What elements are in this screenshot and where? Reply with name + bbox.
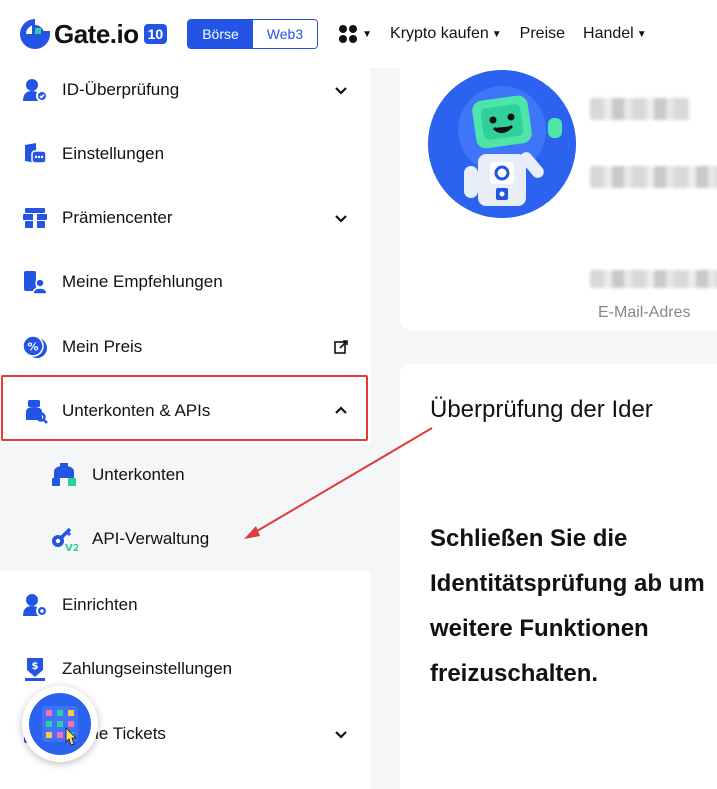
gate-logo[interactable]: Gate.io 10 <box>20 18 168 50</box>
gate-logo-icon <box>20 19 50 49</box>
chevron-up-icon <box>335 406 347 414</box>
sidebar-item-referrals[interactable]: Meine Empfehlungen <box>0 250 370 314</box>
sidebar-item-label: ID-Überprüfung <box>62 80 180 99</box>
email-label: E-Mail-Adres <box>598 304 691 321</box>
sidebar-item-my-price[interactable]: % Mein Preis <box>0 315 370 379</box>
api-key-v2-icon: V2 <box>50 526 78 552</box>
caret-down-icon: ▼ <box>636 28 647 40</box>
sidebar-item-label: Prämiencenter <box>62 208 173 227</box>
svg-text:$: $ <box>32 661 39 672</box>
sidebar-item-label: Mein Preis <box>62 337 143 356</box>
profile-card: E-Mail-Adres <box>400 68 717 330</box>
apps-grid-icon <box>339 25 358 43</box>
payment-icon: $ <box>22 656 48 682</box>
nav-krypto-kaufen[interactable]: Krypto kaufen ▼ <box>390 25 502 43</box>
subaccount-api-icon <box>22 398 48 424</box>
setup-icon <box>22 592 48 618</box>
referral-icon <box>22 269 48 295</box>
redacted-user-id <box>590 166 717 188</box>
nav-label: Handel <box>583 25 634 42</box>
rewards-icon <box>22 205 48 231</box>
sidebar-item-settings[interactable]: Einstellungen <box>0 122 370 186</box>
redacted-email <box>590 270 717 288</box>
external-link-icon <box>334 340 348 354</box>
nav-preise[interactable]: Preise <box>520 25 565 43</box>
sidebar-item-setup[interactable]: Einrichten <box>0 573 370 637</box>
tab-boerse[interactable]: Börse <box>188 20 253 48</box>
sidebar-item-rewards[interactable]: Prämiencenter <box>0 186 370 250</box>
sidebar-item-label: Einstellungen <box>62 144 165 163</box>
sidebar-item-subaccounts-apis[interactable]: Unterkonten & APIs <box>0 379 370 443</box>
sidebar-item-label: Zahlungseinstellungen <box>62 659 233 678</box>
mode-toggle: Börse Web3 <box>187 19 319 49</box>
verification-title: Überprüfung der Ider <box>430 396 653 423</box>
id-verify-icon <box>22 77 48 103</box>
logo-text: Gate.io <box>54 18 139 49</box>
sidebar-subitem-api-management[interactable]: V2 API-Verwaltung <box>0 507 370 571</box>
chevron-down-icon <box>335 731 347 739</box>
sidebar-item-label: Unterkonten & APIs <box>62 401 211 420</box>
tab-web3[interactable]: Web3 <box>252 20 318 48</box>
logo-badge: 10 <box>143 24 168 44</box>
nav-label: Preise <box>519 25 566 42</box>
robot-avatar[interactable] <box>428 70 576 218</box>
floating-app-button[interactable] <box>22 686 98 762</box>
svg-text:V2: V2 <box>65 543 78 552</box>
verification-prompt: Schließen Sie die Identitätsprüfung ab u… <box>430 525 705 687</box>
nav-label: Krypto kaufen <box>390 25 489 42</box>
sidebar-item-label: Einrichten <box>62 595 138 614</box>
chevron-down-icon <box>335 215 347 223</box>
caret-down-icon: ▼ <box>491 28 502 40</box>
sidebar-item-id-verification[interactable]: ID-Überprüfung <box>0 58 370 122</box>
sidebar-item-label: Meine Empfehlungen <box>62 272 223 291</box>
caret-down-icon: ▼ <box>362 28 373 40</box>
svg-text:%: % <box>27 341 38 354</box>
account-sidebar: ID-Überprüfung Einstellungen Prämiencent… <box>0 68 370 789</box>
apps-menu[interactable]: ▼ <box>338 24 372 44</box>
main-content: E-Mail-Adres Überprüfung der Ider Schlie… <box>370 68 717 789</box>
redacted-username <box>590 98 690 120</box>
settings-icon <box>22 141 48 167</box>
sidebar-subitem-label: API-Verwaltung <box>92 529 210 548</box>
identity-verification-card: Überprüfung der Ider Schließen Sie die I… <box>400 364 717 789</box>
nav-handel[interactable]: Handel ▼ <box>583 25 647 43</box>
percent-icon: % <box>22 334 48 360</box>
chevron-down-icon <box>335 87 347 95</box>
sidebar-subitem-subaccounts[interactable]: Unterkonten <box>0 443 370 507</box>
subaccounts-icon <box>50 462 78 488</box>
floating-app-icon <box>29 693 91 755</box>
robot-avatar-image <box>428 70 576 218</box>
sidebar-subitem-label: Unterkonten <box>92 465 185 484</box>
